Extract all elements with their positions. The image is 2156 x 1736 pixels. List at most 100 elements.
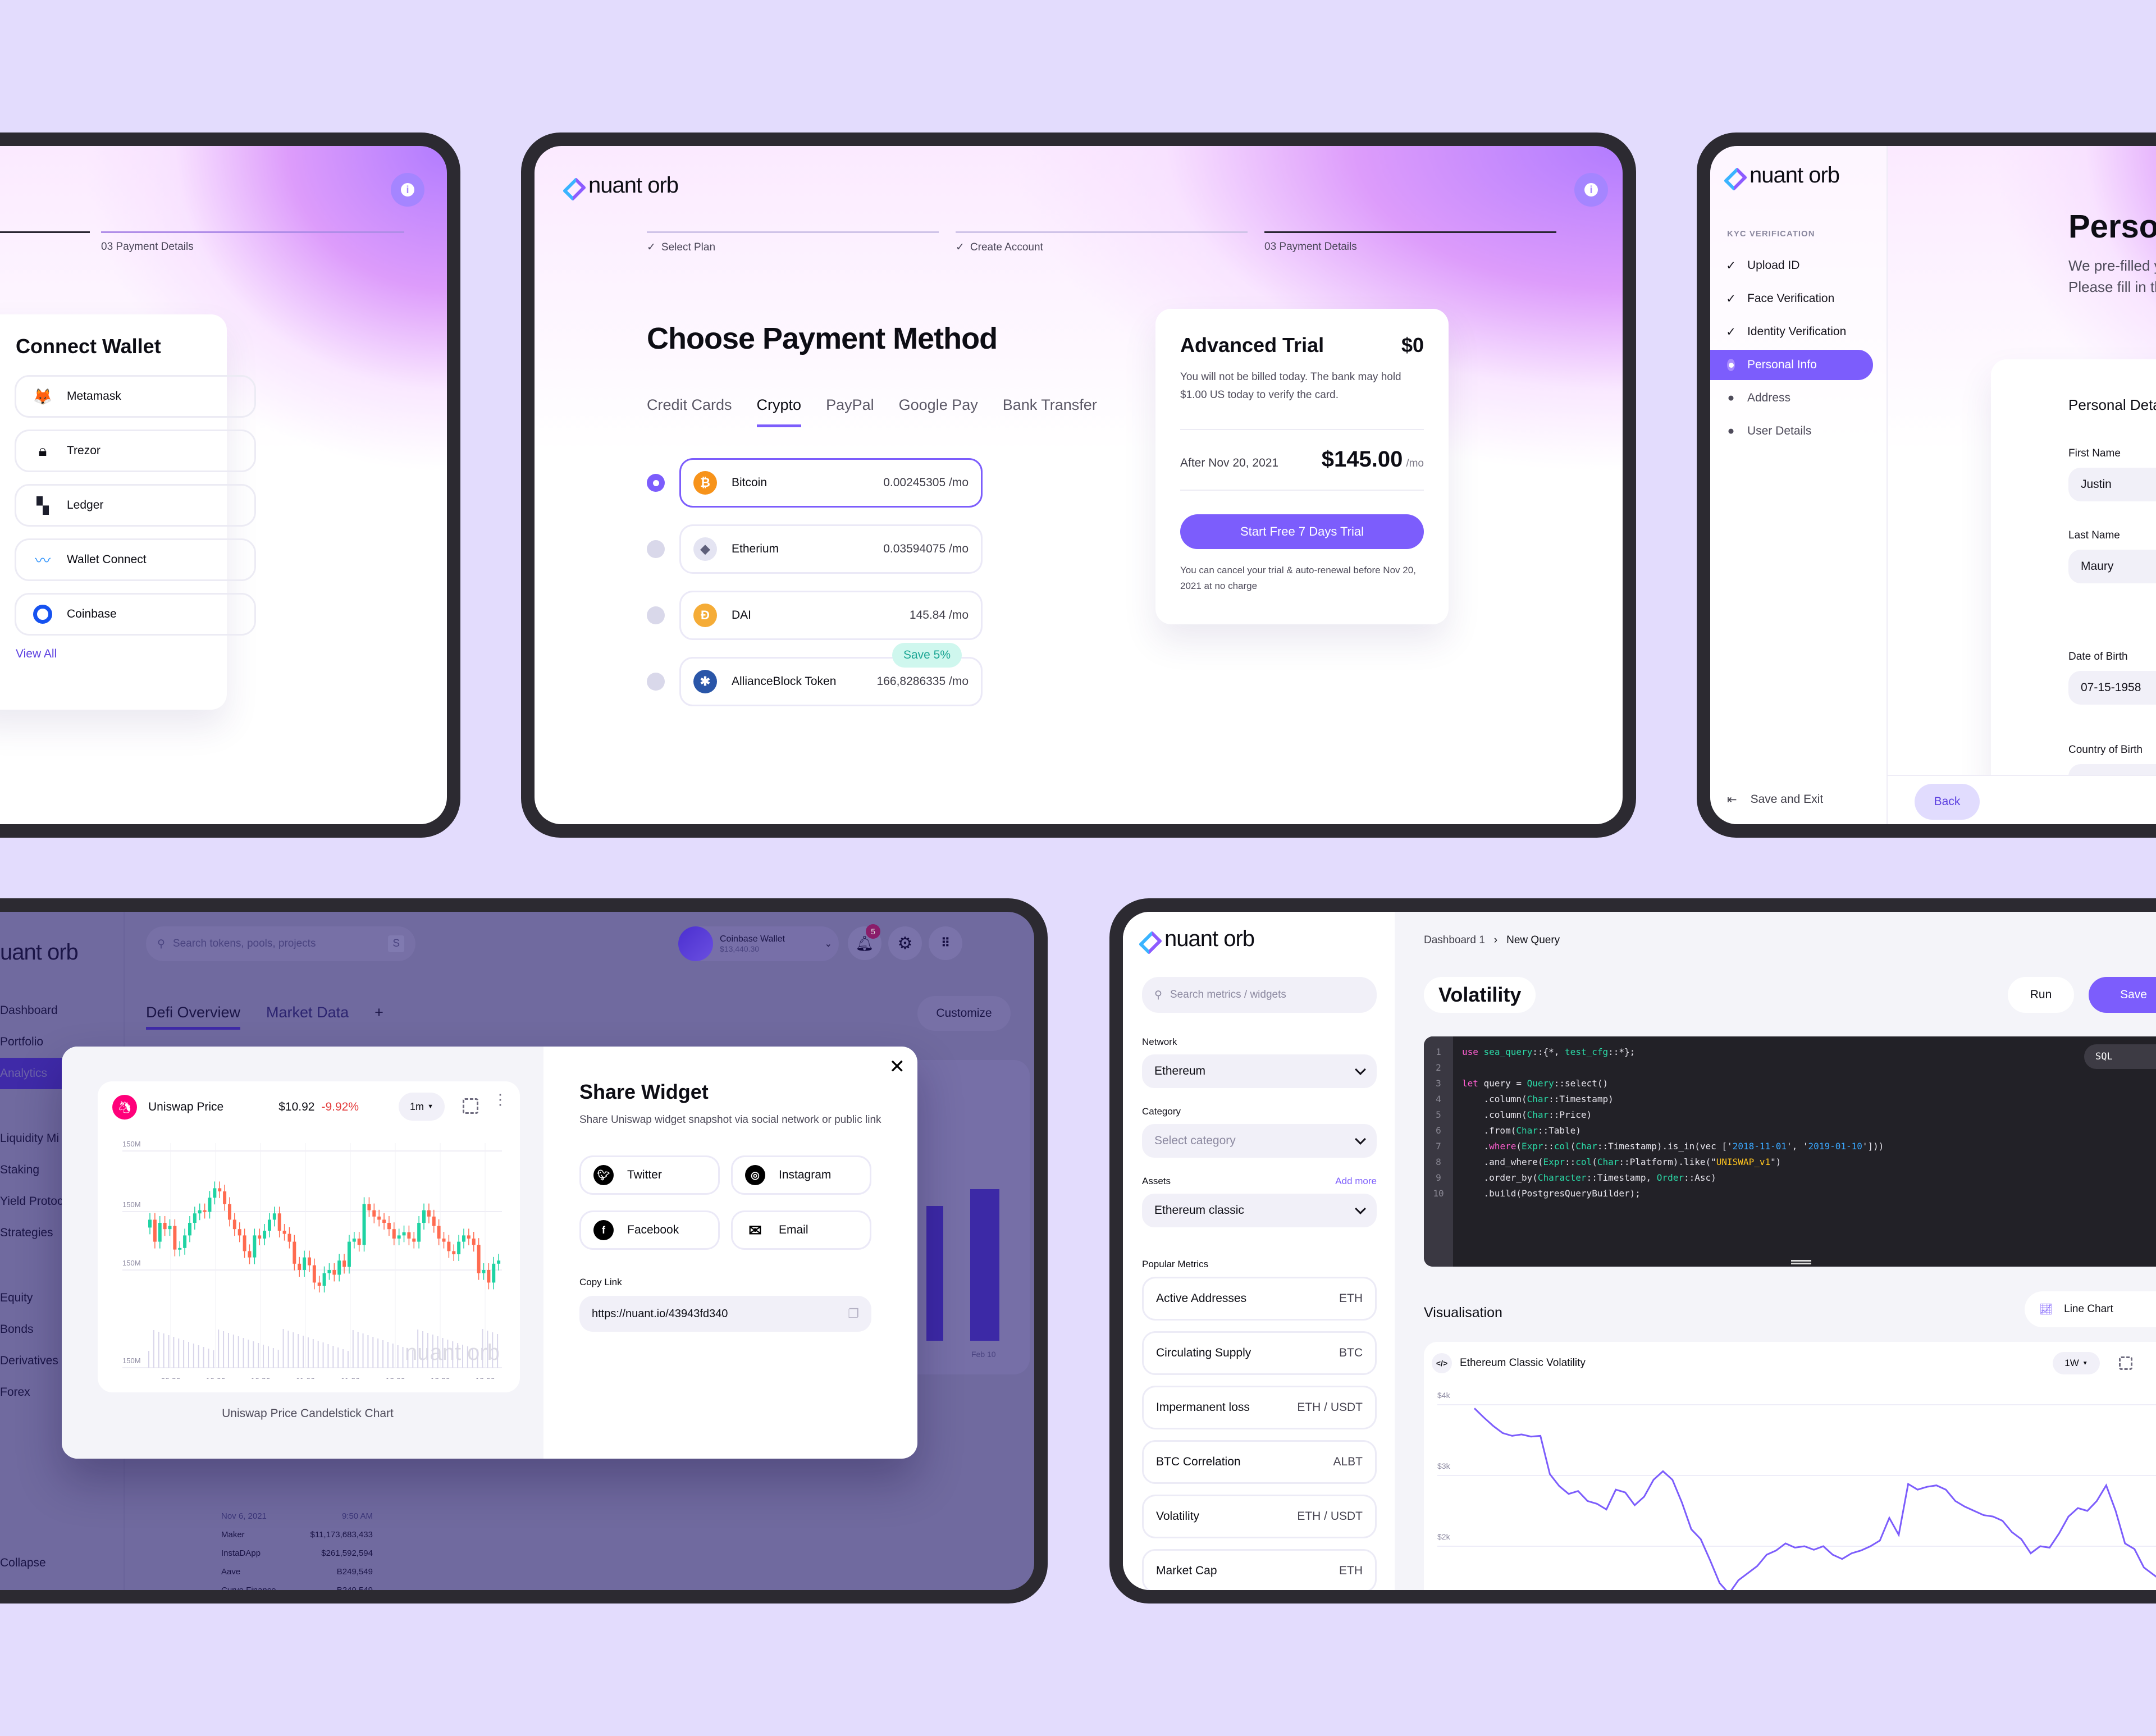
first-name-field[interactable]: Justin bbox=[2068, 468, 2156, 501]
settings-button[interactable]: ⚙ bbox=[888, 926, 922, 960]
range-dropdown[interactable]: 1W ▼ bbox=[2053, 1352, 2100, 1374]
wallet-option-coinbase[interactable]: Coinbase bbox=[15, 593, 256, 636]
radio[interactable] bbox=[647, 540, 665, 558]
candle-body bbox=[322, 1273, 326, 1286]
candle-body bbox=[382, 1219, 386, 1223]
code-line: .where(Expr::col(Char::Timestamp).is_in(… bbox=[1462, 1141, 1884, 1152]
share-email-button[interactable]: ✉ Email bbox=[731, 1210, 871, 1250]
chevron-down-icon bbox=[1355, 1203, 1366, 1214]
share-twitter-button[interactable]: 🐦︎ Twitter bbox=[579, 1155, 720, 1195]
widget-preview-pane: 🦄︎ Uniswap Price $10.92 -9.92% 1m ▼ ⋮ 150… bbox=[62, 1047, 543, 1459]
customize-button[interactable]: Customize bbox=[917, 996, 1011, 1031]
candle-body bbox=[287, 1234, 291, 1242]
kyc-step-address[interactable]: ● Address bbox=[1710, 383, 1873, 413]
resize-handle[interactable] bbox=[1791, 1260, 1811, 1264]
bitcoin-icon: ₿ bbox=[693, 471, 717, 495]
metric-item[interactable]: Impermanent loss ETH / USDT bbox=[1142, 1386, 1377, 1429]
kyc-step-personal-info[interactable]: Personal Info bbox=[1710, 350, 1873, 380]
volume-bar bbox=[253, 1341, 254, 1368]
crypto-option-allianceblock[interactable]: ✱ AllianceBlock Token 166,8286335 /mo Save… bbox=[647, 643, 983, 706]
save-exit-button[interactable]: ⇤ Save and Exit bbox=[1727, 793, 1823, 807]
crypto-option-etherium[interactable]: ◆ Etherium 0.03594075 /mo bbox=[647, 524, 983, 574]
category-label: Category bbox=[1142, 1106, 1181, 1117]
caret-down-icon: ▼ bbox=[2082, 1360, 2088, 1367]
share-facebook-button[interactable]: f Facebook bbox=[579, 1210, 720, 1250]
code-editor[interactable]: 1 2 3 4 5 6 7 8 9 10 use sea_query::{*, test_cfg:… bbox=[1424, 1036, 2156, 1267]
metrics-search-input[interactable]: ⚲ Search metrics / widgets bbox=[1142, 977, 1377, 1013]
trial-title: Advanced Trial bbox=[1180, 334, 1324, 357]
view-all-link[interactable]: View All bbox=[16, 647, 227, 661]
notifications-button[interactable]: 🔔︎ 5 bbox=[848, 924, 881, 960]
breadcrumb-dashboard[interactable]: Dashboard 1 bbox=[1424, 934, 1485, 947]
tab-google-pay[interactable]: Google Pay bbox=[899, 396, 978, 422]
interval-dropdown[interactable]: 1m ▼ bbox=[399, 1093, 445, 1121]
wallet-selector[interactable]: Coinbase Wallet $13,440.30 ⌄ bbox=[678, 926, 839, 961]
tab-crypto[interactable]: Crypto bbox=[756, 396, 801, 427]
volume-bar bbox=[178, 1338, 180, 1368]
nav-dashboard[interactable]: Dashboard bbox=[0, 995, 135, 1026]
facebook-icon: f bbox=[593, 1220, 614, 1240]
info-button[interactable]: i bbox=[391, 173, 424, 207]
search-input[interactable]: ⚲ Search tokens, pools, projects S bbox=[146, 926, 415, 961]
apps-button[interactable]: ⠿ bbox=[929, 926, 962, 960]
tab-bank-transfer[interactable]: Bank Transfer bbox=[1003, 396, 1097, 422]
add-tab-button[interactable]: + bbox=[374, 1004, 383, 1030]
wallet-option-metamask[interactable]: 🦊 Metamask bbox=[15, 375, 256, 418]
wallet-option-ledger[interactable]: ▚ Ledger bbox=[15, 484, 256, 527]
tab-defi-overview[interactable]: Defi Overview bbox=[146, 1004, 241, 1030]
crypto-option-dai[interactable]: Đ DAI 145.84 /mo bbox=[647, 591, 983, 640]
category-select[interactable]: Select category bbox=[1142, 1124, 1377, 1158]
bg-x-label: Feb 10 bbox=[971, 1350, 996, 1359]
metric-item[interactable]: Circulating Supply BTC bbox=[1142, 1331, 1377, 1375]
chart-type-select[interactable]: 📈︎ Line Chart bbox=[2025, 1291, 2156, 1327]
copy-icon[interactable]: ❐ bbox=[848, 1306, 859, 1321]
line-number: 3 bbox=[1436, 1078, 1441, 1089]
wallet-option-walletconnect[interactable]: 〰 Wallet Connect bbox=[15, 538, 256, 581]
kyc-step-face-verification[interactable]: ✓ Face Verification bbox=[1710, 284, 1873, 314]
copy-link-field[interactable]: https://nuant.io/43943fd340 ❐ bbox=[579, 1296, 871, 1332]
network-select[interactable]: Ethereum bbox=[1142, 1054, 1377, 1088]
start-trial-button[interactable]: Start Free 7 Days Trial bbox=[1180, 514, 1424, 549]
share-instagram-button[interactable]: ◎ Instagram bbox=[731, 1155, 871, 1195]
volume-bar bbox=[422, 1331, 424, 1368]
trial-card: Advanced Trial $0 You will not be billed… bbox=[1155, 309, 1449, 624]
candle-body bbox=[178, 1248, 182, 1250]
tab-paypal[interactable]: PayPal bbox=[826, 396, 874, 422]
volume-bar bbox=[377, 1338, 379, 1368]
kyc-step-identity-verification[interactable]: ✓ Identity Verification bbox=[1710, 317, 1873, 347]
assets-select[interactable]: Ethereum classic bbox=[1142, 1194, 1377, 1227]
info-button[interactable]: i bbox=[1574, 173, 1608, 207]
kyc-title: Person bbox=[2068, 208, 2156, 245]
back-button[interactable]: Back bbox=[1915, 784, 1980, 820]
radio[interactable] bbox=[647, 673, 665, 691]
candle-body bbox=[432, 1216, 436, 1226]
radio-selected[interactable] bbox=[647, 474, 665, 492]
metric-item[interactable]: BTC Correlation ALBT bbox=[1142, 1440, 1377, 1484]
add-more-link[interactable]: Add more bbox=[1335, 1176, 1377, 1187]
wallet-option-trezor[interactable]: 🔒︎ Trezor bbox=[15, 430, 256, 472]
collapse-button[interactable]: Collapse bbox=[0, 1556, 46, 1570]
last-name-field[interactable]: Maury bbox=[2068, 550, 2156, 583]
run-button[interactable]: Run bbox=[2008, 977, 2074, 1013]
expand-icon[interactable] bbox=[463, 1098, 478, 1114]
query-title[interactable]: Volatility bbox=[1424, 977, 1536, 1013]
save-button[interactable]: Save bbox=[2089, 977, 2156, 1013]
radio[interactable] bbox=[647, 606, 665, 624]
dob-field[interactable]: 07-15-1958 bbox=[2068, 671, 2156, 705]
volume-bar bbox=[337, 1347, 339, 1368]
candle-body bbox=[402, 1232, 406, 1236]
metric-item[interactable]: Active Addresses ETH bbox=[1142, 1277, 1377, 1321]
kyc-step-user-details[interactable]: ● User Details bbox=[1710, 416, 1873, 446]
metric-item[interactable]: Volatility ETH / USDT bbox=[1142, 1495, 1377, 1538]
tab-market-data[interactable]: Market Data bbox=[266, 1004, 349, 1030]
metric-item[interactable]: Market Cap ETH bbox=[1142, 1549, 1377, 1590]
crypto-option-bitcoin[interactable]: ₿ Bitcoin 0.00245305 /mo bbox=[647, 458, 983, 508]
language-badge[interactable]: SQL bbox=[2084, 1044, 2156, 1069]
expand-icon[interactable] bbox=[2119, 1356, 2132, 1370]
tab-credit-cards[interactable]: Credit Cards bbox=[647, 396, 732, 422]
close-icon[interactable]: ✕ bbox=[889, 1056, 906, 1078]
volume-bar bbox=[158, 1332, 159, 1368]
more-vert-icon[interactable]: ⋮ bbox=[493, 1092, 508, 1107]
kyc-step-upload-id[interactable]: ✓ Upload ID bbox=[1710, 250, 1873, 281]
assets-label: Assets bbox=[1142, 1176, 1171, 1186]
